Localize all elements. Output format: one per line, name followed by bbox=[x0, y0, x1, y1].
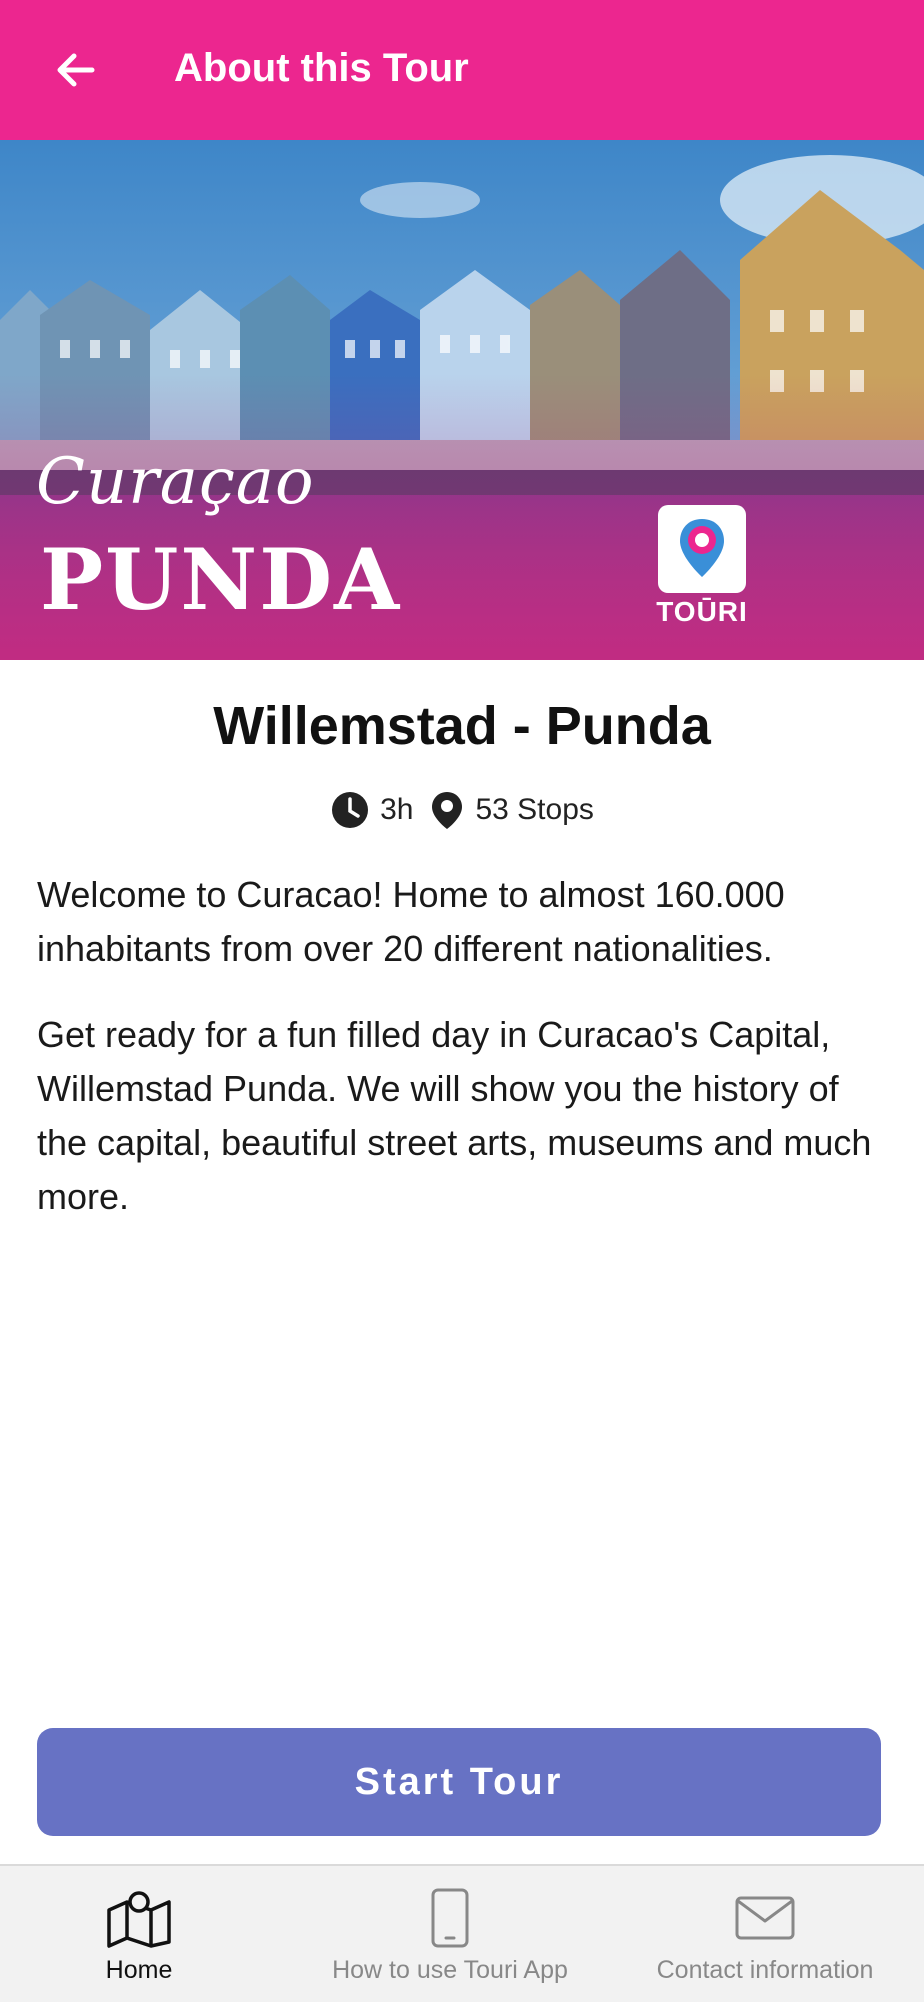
location-pin-icon bbox=[432, 792, 463, 829]
stops-info: 53 Stops bbox=[429, 790, 594, 830]
phone-icon bbox=[431, 1888, 469, 1948]
arrow-left-icon bbox=[57, 53, 95, 87]
nav-label-how-to-use: How to use Touri App bbox=[332, 1956, 568, 1984]
back-button[interactable] bbox=[36, 30, 116, 110]
logo-wordmark: TOŪRI bbox=[656, 596, 748, 627]
map-icon bbox=[107, 1891, 171, 1948]
nav-item-contact[interactable]: Contact information bbox=[630, 1866, 900, 2002]
hero-script-text: Curaçao bbox=[36, 445, 315, 519]
stops-text: 53 Stops bbox=[475, 793, 594, 826]
nav-label-contact: Contact information bbox=[656, 1956, 874, 1984]
bottom-navigation: Home How to use Touri App Contact inform… bbox=[0, 1864, 924, 2002]
tour-title: Willemstad - Punda bbox=[213, 696, 711, 756]
nav-label-home: Home bbox=[105, 1956, 173, 1984]
hero-title-text: PUNDA bbox=[40, 530, 402, 629]
nav-item-how-to-use[interactable]: How to use Touri App bbox=[300, 1866, 600, 2002]
duration-text: 3h bbox=[380, 793, 414, 826]
tour-meta: 3h 53 Stops bbox=[0, 790, 924, 830]
start-tour-button[interactable]: Start Tour bbox=[37, 1728, 881, 1836]
nav-item-home[interactable]: Home bbox=[74, 1866, 204, 2002]
tour-hero-image: Curaçao PUNDA TOŪRI bbox=[0, 140, 924, 660]
location-pin-logo-icon bbox=[680, 519, 724, 577]
clock-icon bbox=[332, 792, 369, 828]
page-title: About this Tour bbox=[174, 46, 469, 90]
duration-info: 3h bbox=[330, 790, 413, 830]
app-bar: About this Tour bbox=[0, 0, 924, 140]
touri-logo bbox=[658, 505, 746, 593]
tour-description-paragraph: Welcome to Curacao! Home to almost 160.0… bbox=[37, 874, 785, 969]
tour-description-paragraph: Get ready for a fun filled day in Curaca… bbox=[37, 1014, 872, 1217]
envelope-icon bbox=[735, 1896, 795, 1940]
